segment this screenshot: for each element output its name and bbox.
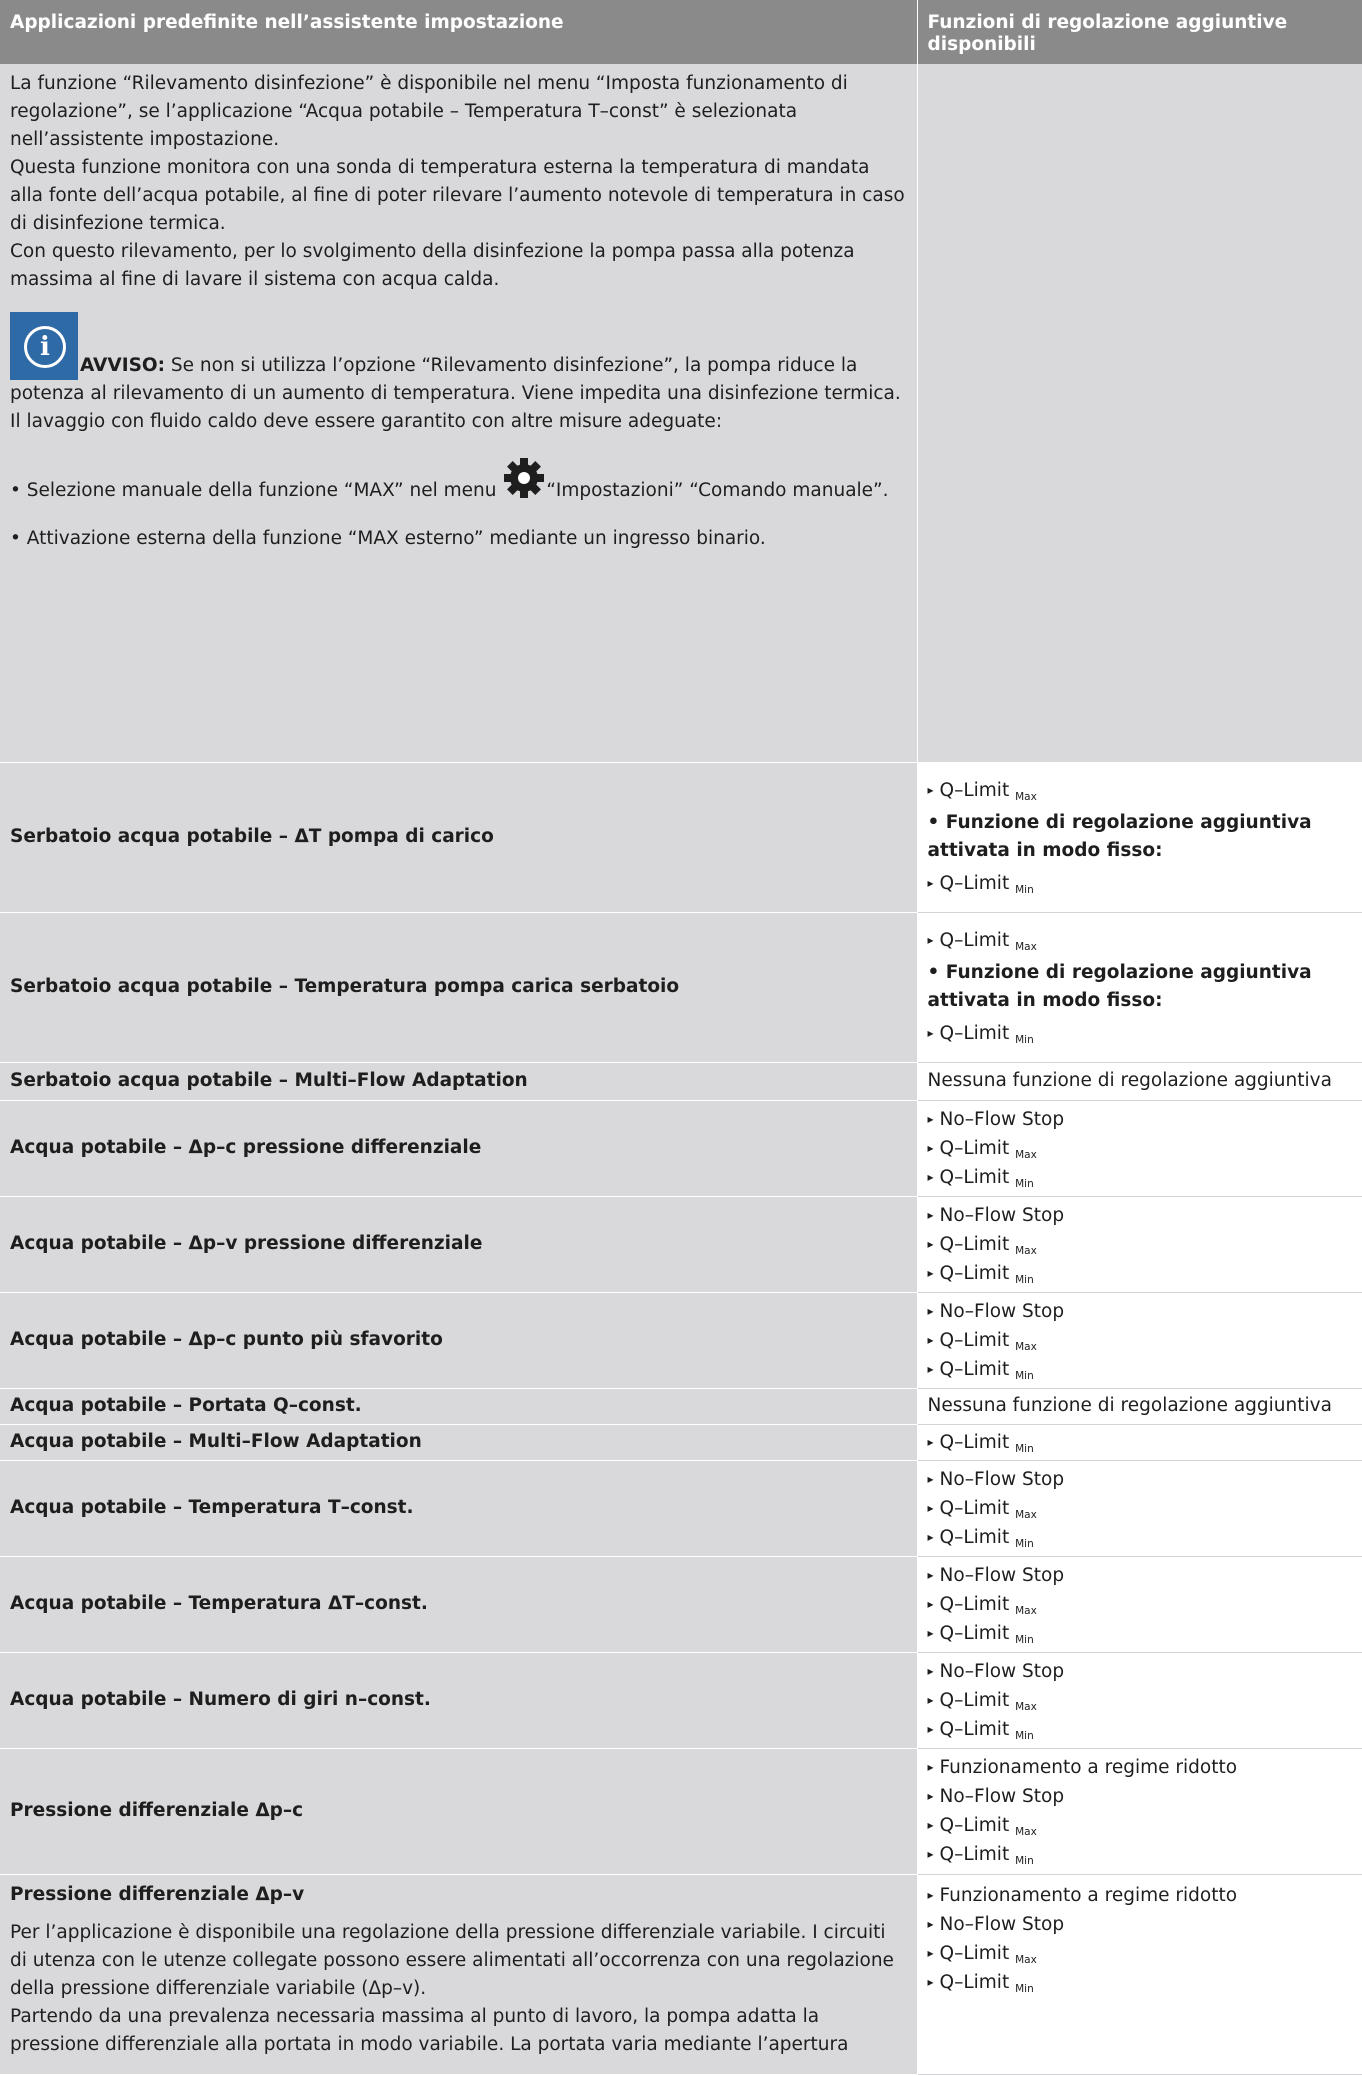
application-name: Serbatoio acqua potabile – ΔT pompa di c… [0, 762, 918, 913]
table-row: Acqua potabile – Temperatura T–const. ▸ N… [0, 1460, 1362, 1557]
list-item: ▸ Q–Limit Max [927, 1815, 1037, 1838]
list-item: ▸ Q–Limit Min [927, 1844, 1034, 1867]
list-item: ▸ Q–Limit Max [927, 1942, 1037, 1966]
list-item: ▸ Q–Limit Min [927, 873, 1034, 896]
table-row-intro: La funzione “Rilevamento disinfezione” è… [0, 64, 1362, 763]
header-applications: Applicazioni predefinite nell’assistente… [0, 0, 918, 64]
list-item: ▸ Q–Limit Max [927, 930, 1037, 953]
list-item: ▸ Q–Limit Min [927, 1718, 1034, 1742]
intro-paragraph: Questa funzione monitora con una sonda d… [10, 157, 905, 234]
list-item: ▸ Q–Limit Min [927, 1023, 1034, 1046]
list-item: ▸ Q–Limit Min [927, 1971, 1034, 1995]
list-item: ▸ No–Flow Stop [927, 1660, 1065, 1682]
table-row: Acqua potabile – Δp–c pressione differen… [0, 1100, 1362, 1197]
notice-label: AVVISO: [80, 355, 166, 376]
application-name: Acqua potabile – Temperatura T–const. [0, 1460, 918, 1557]
table-row: Acqua potabile – Δp–v pressione differen… [0, 1196, 1362, 1293]
list-item: ▸ Q–Limit Max [927, 780, 1037, 803]
functions-cell: ▸ No–Flow Stop ▸ Q–Limit Max ▸ Q–Limit Min [917, 1292, 1362, 1389]
list-item: ▸ Q–Limit Min [927, 1622, 1034, 1646]
application-name: Acqua potabile – Δp–v pressione differen… [0, 1196, 918, 1293]
fixed-note: • Funzione di regolazione aggiuntiva att… [927, 962, 1312, 1011]
list-item: ▸ No–Flow Stop [927, 1108, 1065, 1130]
list-item: ▸ Q–Limit Max [927, 1329, 1037, 1353]
list-item: ▸ Q–Limit Max [927, 1689, 1037, 1713]
intro-paragraph: Con questo rilevamento, per lo svolgimen… [10, 241, 855, 290]
list-item: ▸ No–Flow Stop [927, 1786, 1065, 1807]
list-item: ▸ No–Flow Stop [927, 1913, 1065, 1935]
list-item: ▸ Q–Limit Max [927, 1593, 1037, 1617]
table-row: Acqua potabile – Δp–c punto più sfavorit… [0, 1292, 1362, 1389]
functions-cell: ▸ No–Flow Stop ▸ Q–Limit Max ▸ Q–Limit Min [917, 1460, 1362, 1557]
intro-empty-cell [917, 64, 1362, 763]
table-row: Acqua potabile – Numero di giri n–const.… [0, 1652, 1362, 1749]
application-name: Acqua potabile – Multi–Flow Adaptation [0, 1424, 918, 1461]
functions-cell: ▸ Funzionamento a regime ridotto ▸ No–Flow… [917, 1748, 1362, 1875]
notice-paragraph: i AVVISO: Se non si utilizza l’opzione “R… [10, 312, 907, 408]
intro-paragraph: Il lavaggio con fluido caldo deve essere… [10, 411, 723, 432]
list-item: ▸ Q–Limit Min [927, 1431, 1034, 1455]
list-item: ▸ Q–Limit Min [927, 1358, 1034, 1382]
bullet-external-max: • Attivazione esterna della funzione “MA… [10, 528, 766, 549]
functions-cell: ▸ No–Flow Stop ▸ Q–Limit Max ▸ Q–Limit Min [917, 1652, 1362, 1749]
table-row: Serbatoio acqua potabile – ΔT pompa di c… [0, 762, 1362, 913]
list-item: ▸ Q–Limit Max [927, 1233, 1037, 1257]
table-row: Acqua potabile – Portata Q–const. Nessun… [0, 1388, 1362, 1425]
application-name: Acqua potabile – Portata Q–const. [0, 1388, 918, 1425]
functions-cell: Nessuna funzione di regolazione aggiunti… [917, 1388, 1362, 1425]
application-name: Acqua potabile – Δp–c punto più sfavorit… [0, 1292, 918, 1389]
list-item: ▸ No–Flow Stop [927, 1204, 1065, 1226]
application-description: Partendo da una prevalenza necessaria ma… [10, 2005, 849, 2055]
list-item: ▸ Funzionamento a regime ridotto [927, 1757, 1238, 1778]
application-name: Serbatoio acqua potabile – Multi–Flow Ad… [0, 1062, 918, 1101]
table-row: Pressione differenziale Δp–v Per l’appli… [0, 1874, 1362, 2075]
gear-icon [504, 458, 545, 498]
info-icon: i [10, 312, 78, 380]
functions-cell: ▸ No–Flow Stop ▸ Q–Limit Max ▸ Q–Limit Min [917, 1100, 1362, 1197]
application-name: Acqua potabile – Δp–c pressione differen… [0, 1100, 918, 1197]
list-item: ▸ Funzionamento a regime ridotto [927, 1884, 1238, 1906]
table-row: Serbatoio acqua potabile – Multi–Flow Ad… [0, 1062, 1362, 1101]
application-name: Pressione differenziale Δp–v Per l’appli… [0, 1874, 918, 2075]
application-name: Pressione differenziale Δp–c [0, 1748, 918, 1875]
list-item: ▸ Q–Limit Min [927, 1166, 1034, 1190]
functions-table: Applicazioni predefinite nell’assistente… [0, 0, 1362, 2075]
list-item: ▸ Q–Limit Min [927, 1526, 1034, 1550]
list-item: ▸ No–Flow Stop [927, 1300, 1065, 1322]
functions-cell: Nessuna funzione di regolazione aggiunti… [917, 1062, 1362, 1101]
intro-cell: La funzione “Rilevamento disinfezione” è… [0, 64, 918, 763]
table-row: Acqua potabile – Temperatura ΔT–const. ▸… [0, 1556, 1362, 1653]
functions-cell: ▸ Q–Limit Max • Funzione di regolazione a… [917, 912, 1362, 1063]
table-row: Pressione differenziale Δp–c ▸ Funzioname… [0, 1748, 1362, 1875]
list-item: ▸ No–Flow Stop [927, 1468, 1065, 1490]
application-title: Pressione differenziale Δp–v [10, 1883, 305, 1905]
functions-cell: ▸ Q–Limit Max • Funzione di regolazione a… [917, 762, 1362, 913]
functions-cell: ▸ Funzionamento a regime ridotto ▸ No–Flow… [917, 1874, 1362, 2075]
application-name: Acqua potabile – Numero di giri n–const. [0, 1652, 918, 1749]
list-item: ▸ Q–Limit Max [927, 1497, 1037, 1521]
list-item: ▸ Q–Limit Max [927, 1137, 1037, 1161]
functions-cell: ▸ Q–Limit Min [917, 1424, 1362, 1461]
bullet-manual-max: • Selezione manuale della funzione “MAX”… [10, 456, 907, 505]
application-name: Serbatoio acqua potabile – Temperatura p… [0, 912, 918, 1063]
table-row: Acqua potabile – Multi–Flow Adaptation ▸… [0, 1424, 1362, 1461]
table-header-row: Applicazioni predefinite nell’assistente… [0, 0, 1362, 64]
functions-cell: ▸ No–Flow Stop ▸ Q–Limit Max ▸ Q–Limit Min [917, 1556, 1362, 1653]
table-row: Serbatoio acqua potabile – Temperatura p… [0, 912, 1362, 1063]
functions-cell: ▸ No–Flow Stop ▸ Q–Limit Max ▸ Q–Limit Min [917, 1196, 1362, 1293]
fixed-note: • Funzione di regolazione aggiuntiva att… [927, 812, 1312, 861]
intro-paragraph: La funzione “Rilevamento disinfezione” è… [10, 73, 848, 150]
header-functions: Funzioni di regolazione aggiuntive dispo… [917, 0, 1362, 64]
list-item: ▸ Q–Limit Min [927, 1262, 1034, 1286]
application-name: Acqua potabile – Temperatura ΔT–const. [0, 1556, 918, 1653]
list-item: ▸ No–Flow Stop [927, 1564, 1065, 1586]
